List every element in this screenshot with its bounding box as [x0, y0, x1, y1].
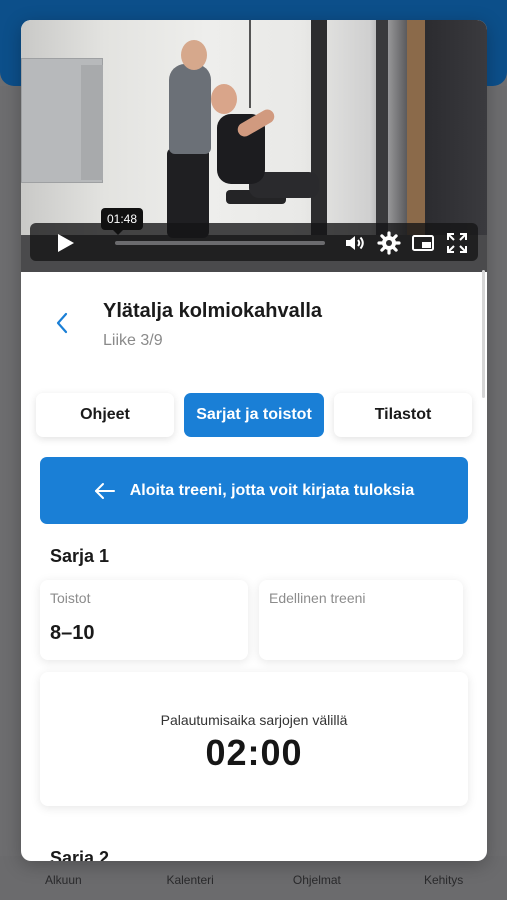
exercise-video[interactable]: 01:48: [21, 20, 487, 272]
reps-label: Toistot: [50, 590, 91, 606]
background-tab-bar: Alkuun Kalenteri Ohjelmat Kehitys: [0, 856, 507, 900]
back-chevron-icon[interactable]: [51, 310, 73, 336]
start-workout-text: Aloita treeni, jotta voit kirjata tuloks…: [129, 481, 415, 499]
previous-workout-label: Edellinen treeni: [269, 590, 366, 606]
tab-kalenteri: Kalenteri: [166, 873, 214, 887]
arrow-left-icon: [94, 482, 115, 499]
exercise-title: Ylätalja kolmiokahvalla: [103, 300, 322, 322]
previous-workout-card: Edellinen treeni: [259, 580, 463, 660]
play-icon[interactable]: [54, 232, 76, 254]
video-time-tooltip: 01:48: [101, 208, 144, 235]
exercise-sheet: 01:48 Ylätalja kolmiokahvalla Liike 3/9 …: [21, 20, 487, 861]
tab-tilastot[interactable]: Tilastot: [334, 393, 472, 437]
scroll-indicator[interactable]: [482, 270, 485, 398]
rest-time-card: Palautumisaika sarjojen välillä 02:00: [40, 672, 468, 806]
set-2-title: Sarja 2: [50, 848, 110, 861]
fullscreen-icon[interactable]: [445, 231, 469, 255]
reps-value: 8–10: [50, 622, 95, 644]
tab-ohjelmat: Ohjelmat: [292, 873, 341, 887]
volume-icon[interactable]: [343, 231, 367, 255]
set-1-title: Sarja 1: [50, 546, 110, 566]
rest-time-label: Palautumisaika sarjojen välillä: [160, 712, 348, 728]
tab-ohjeet[interactable]: Ohjeet: [36, 393, 174, 437]
picture-in-picture-icon[interactable]: [411, 231, 435, 255]
rest-time-value: 02:00: [205, 732, 303, 773]
tab-kehitys: Kehitys: [423, 873, 464, 887]
tab-alkuun: Alkuun: [45, 873, 82, 887]
exercise-progress-label: Liike 3/9: [103, 332, 163, 349]
tab-sarjat-ja-toistot[interactable]: Sarjat ja toistot: [184, 393, 324, 437]
start-workout-banner[interactable]: Aloita treeni, jotta voit kirjata tuloks…: [40, 457, 468, 524]
reps-card: Toistot 8–10: [40, 580, 248, 660]
video-progress-bar[interactable]: [115, 241, 325, 245]
settings-gear-icon[interactable]: [377, 231, 401, 255]
